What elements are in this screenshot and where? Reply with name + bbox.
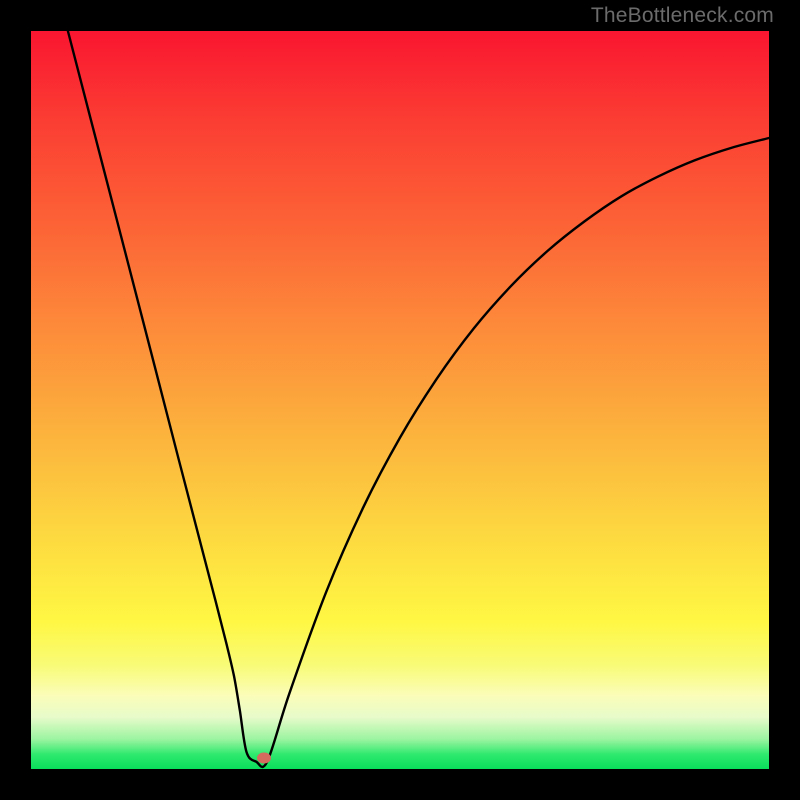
bottleneck-curve xyxy=(31,31,769,769)
watermark-text: TheBottleneck.com xyxy=(591,4,774,28)
curve-path xyxy=(68,31,769,767)
plot-area xyxy=(31,31,769,769)
minimum-marker xyxy=(257,752,271,763)
chart-frame: TheBottleneck.com xyxy=(0,0,800,800)
